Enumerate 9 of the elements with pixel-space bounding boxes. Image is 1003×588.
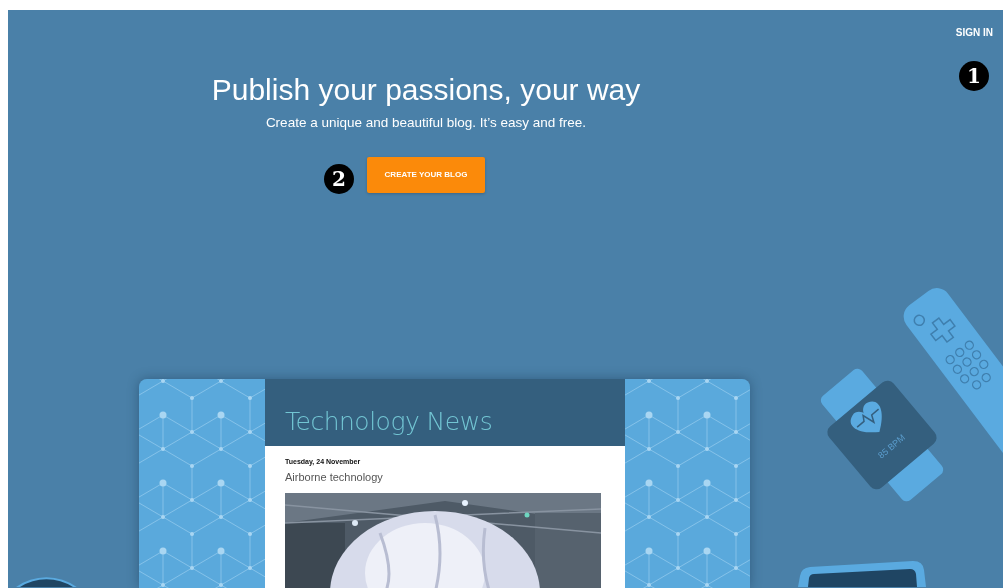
hero-title: Publish your passions, your way (211, 71, 641, 108)
round-device-drawing (16, 577, 77, 587)
callout-marker: 2 (324, 163, 354, 194)
sign-in-link[interactable]: SIGN IN (955, 27, 993, 38)
post-title[interactable]: Airborne technology (285, 470, 601, 483)
hero-subtitle: Create a unique and beautiful blog. It’s easy and free. (265, 113, 587, 132)
create-blog-button[interactable]: CREATE YOUR BLOG (367, 156, 485, 193)
callout-marker: 1 (959, 61, 989, 91)
blog-title: Technology News (285, 406, 493, 436)
